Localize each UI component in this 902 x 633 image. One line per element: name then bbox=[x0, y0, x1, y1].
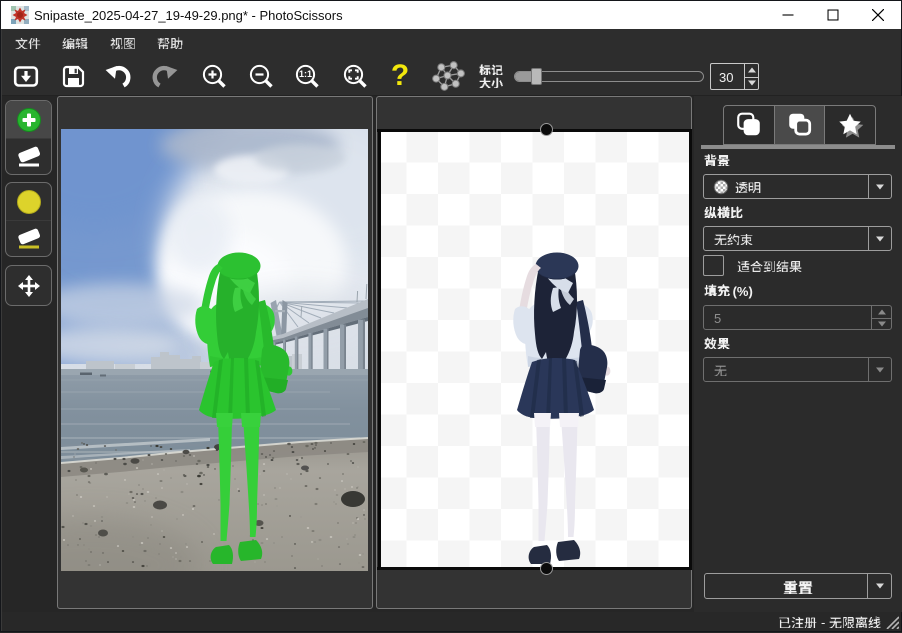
svg-text:?: ? bbox=[391, 59, 409, 88]
svg-text:1:1: 1:1 bbox=[299, 69, 312, 79]
